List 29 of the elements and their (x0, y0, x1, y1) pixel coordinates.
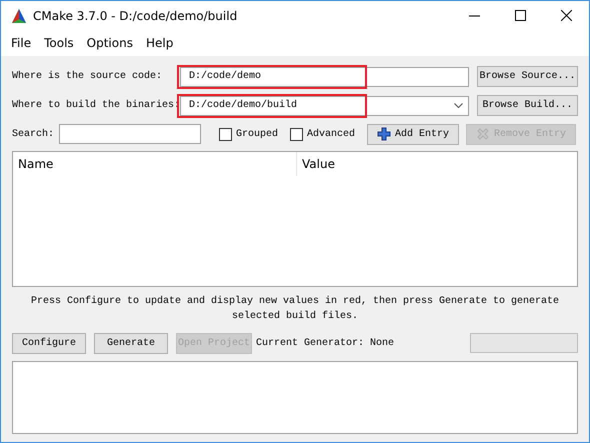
build-path-combo[interactable]: D:/code/demo/build (180, 96, 469, 116)
plus-icon (377, 127, 392, 141)
checkbox[interactable] (219, 128, 232, 140)
instruction-text: Press Configure to update and display new values in red, then press Generate to generate selected build files. (30, 294, 560, 324)
column-header[interactable]: Name (13, 152, 297, 176)
close-icon (560, 10, 572, 21)
path-label: Where to build the binaries: (12, 100, 180, 111)
checkbox-label: Grouped (236, 128, 278, 140)
cross-icon (476, 127, 490, 141)
source-path-field[interactable]: D:/code/demo (180, 66, 469, 86)
action-button[interactable]: Configure (12, 332, 86, 354)
generator-label: Current Generator: None (256, 338, 396, 348)
browse-button[interactable]: Browse Build... (477, 95, 578, 116)
checkbox-label: Advanced (307, 128, 356, 140)
menu-item[interactable]: Help (140, 36, 180, 50)
menu-item[interactable]: Tools (38, 36, 81, 50)
browse-button[interactable]: Browse Source... (477, 66, 578, 87)
checkbox[interactable] (290, 128, 304, 140)
path-label: Where is the source code: (12, 71, 164, 82)
entry-button[interactable]: Add Entry (367, 124, 460, 144)
window-title: CMake 3.7.0 - D:/code/demo/build (33, 8, 238, 22)
column-header[interactable]: Value (297, 152, 577, 176)
menu-item[interactable]: File (5, 36, 38, 50)
maximize-icon (514, 10, 526, 21)
search-field[interactable] (59, 124, 202, 144)
search-label: Search: (12, 128, 54, 140)
triangle-logo-icon (11, 8, 27, 24)
action-button[interactable]: Generate (94, 332, 168, 354)
menu-item[interactable]: Options (80, 36, 140, 50)
